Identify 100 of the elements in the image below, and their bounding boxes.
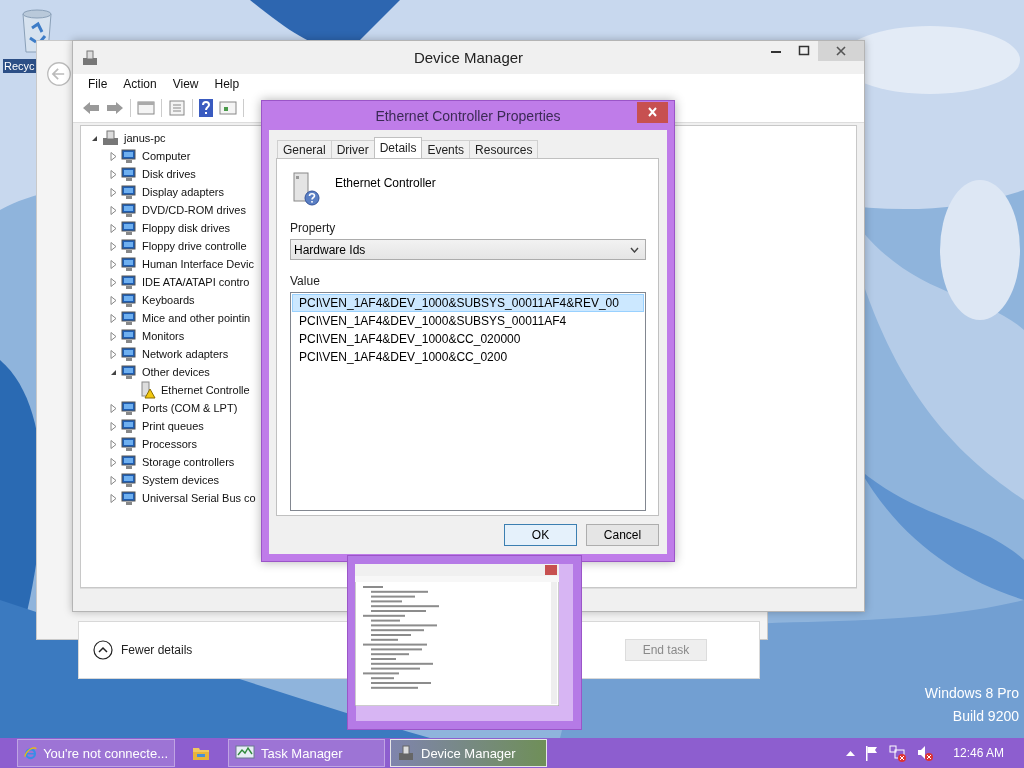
monitor-chart-icon [235, 745, 255, 761]
window-icon[interactable] [219, 100, 237, 116]
device-icon [121, 418, 137, 434]
tree-item[interactable]: Computer [142, 150, 191, 162]
menu-item[interactable]: File [80, 77, 116, 91]
tree-item[interactable]: Print queues [142, 420, 204, 432]
device-icon [121, 166, 137, 182]
browser-icon [24, 744, 38, 762]
tree-item[interactable]: Keyboards [142, 294, 195, 306]
menu-item[interactable]: Help [206, 77, 248, 91]
caret-up-icon[interactable] [846, 750, 856, 756]
tree-item[interactable]: Processors [142, 438, 198, 450]
collapsed-arrow-icon[interactable] [108, 204, 119, 216]
collapsed-arrow-icon[interactable] [108, 258, 119, 270]
property-dropdown[interactable]: Hardware Ids [290, 239, 646, 260]
collapsed-arrow-icon[interactable] [108, 276, 119, 288]
desktop-icon-label[interactable]: Recyc [3, 59, 36, 73]
collapsed-arrow-icon[interactable] [108, 168, 119, 180]
collapsed-arrow-icon[interactable] [108, 492, 119, 504]
collapsed-arrow-icon[interactable] [108, 312, 119, 324]
device-icon [121, 292, 137, 308]
device-name: Ethernet Controller [335, 176, 436, 190]
tree-item[interactable]: Network adapters [142, 348, 229, 360]
tree-item[interactable]: Storage controllers [142, 456, 235, 468]
tree-item[interactable]: System devices [142, 474, 220, 486]
device-icon [121, 328, 137, 344]
list-item[interactable]: PCI\VEN_1AF4&DEV_1000&CC_020000 [292, 330, 644, 348]
collapsed-arrow-icon[interactable] [108, 294, 119, 306]
device-icon [121, 148, 137, 164]
tree-item[interactable]: janus-pc [124, 132, 166, 144]
close-icon[interactable] [637, 102, 668, 123]
window-icon[interactable] [137, 100, 155, 116]
collapsed-arrow-icon[interactable] [108, 456, 119, 468]
device-icon [121, 274, 137, 290]
cancel-button[interactable]: Cancel [586, 524, 659, 546]
chevron-down-icon [630, 246, 639, 253]
tree-item[interactable]: Disk drives [142, 168, 196, 180]
device-icon [121, 184, 137, 200]
menu-item[interactable]: Action [115, 77, 165, 91]
menu-item[interactable]: View [164, 77, 207, 91]
tab[interactable]: General [277, 140, 332, 158]
fewer-details-toggle[interactable]: Fewer details [93, 640, 193, 660]
collapsed-arrow-icon[interactable] [108, 474, 119, 486]
field-label: Value [290, 274, 321, 288]
device-question-icon [290, 171, 322, 207]
network-error-icon[interactable] [889, 744, 908, 762]
chevron-up-icon [93, 640, 113, 660]
tree-item[interactable]: Other devices [142, 366, 210, 378]
device-icon [121, 364, 137, 380]
tree-item[interactable]: DVD/CD-ROM drives [142, 204, 246, 216]
device-icon [121, 454, 137, 470]
window-title: Device Manager [413, 49, 524, 66]
collapsed-arrow-icon[interactable] [108, 330, 119, 342]
tree-item[interactable]: Ethernet Controlle [161, 384, 250, 396]
collapsed-arrow-icon[interactable] [108, 402, 119, 414]
tree-item[interactable]: Display adapters [142, 186, 224, 198]
tab[interactable]: Details [373, 137, 423, 158]
back-icon[interactable] [46, 61, 72, 87]
list-item[interactable]: PCI\VEN_1AF4&DEV_1000&CC_0200 [292, 348, 644, 366]
device-icon [121, 310, 137, 326]
forward-arrow-icon[interactable] [106, 100, 124, 116]
collapsed-arrow-icon[interactable] [108, 348, 119, 360]
taskbar-button[interactable]: Device Manager [390, 739, 547, 767]
device-icon [121, 256, 137, 272]
tree-item[interactable]: Mice and other pointin [142, 312, 251, 324]
collapsed-arrow-icon[interactable] [108, 222, 119, 234]
help-icon[interactable] [199, 99, 213, 117]
back-arrow-icon[interactable] [82, 100, 100, 116]
speaker-muted-icon[interactable] [916, 744, 935, 762]
list-icon[interactable] [168, 100, 186, 116]
tree-item[interactable]: Universal Serial Bus co [142, 492, 256, 504]
thumbnail-drawing[interactable] [355, 564, 559, 706]
device-icon [121, 238, 137, 254]
tree-item[interactable]: Floppy drive controlle [142, 240, 247, 252]
taskbar-button[interactable]: You're not connecte... [17, 739, 175, 767]
collapsed-arrow-icon[interactable] [108, 186, 119, 198]
taskbar-button[interactable]: Task Manager [228, 739, 385, 767]
device-icon [121, 436, 137, 452]
dialog-title: Ethernet Controller Properties [375, 107, 561, 124]
folder-icon [192, 745, 210, 761]
list-item[interactable]: PCI\VEN_1AF4&DEV_1000&SUBSYS_00011AF4 [292, 312, 644, 330]
ok-button[interactable]: OK [504, 524, 577, 546]
collapsed-arrow-icon[interactable] [108, 150, 119, 162]
collapsed-arrow-icon[interactable] [108, 438, 119, 450]
collapsed-arrow-icon[interactable] [108, 420, 119, 432]
computer-icon [102, 130, 119, 146]
tree-item[interactable]: Monitors [142, 330, 185, 342]
tab[interactable]: Resources [469, 140, 539, 158]
build-text: Build 9200 [952, 708, 1019, 724]
device-icon [121, 400, 137, 416]
device-manager-icon [397, 744, 415, 762]
clock[interactable]: 12:46 AM [953, 746, 1004, 760]
tree-item[interactable]: Human Interface Devic [142, 258, 254, 270]
tree-item[interactable]: Floppy disk drives [142, 222, 231, 234]
tree-item[interactable]: Ports (COM & LPT) [142, 402, 238, 414]
field-label: Property [290, 221, 337, 235]
tree-item[interactable]: IDE ATA/ATAPI contro [142, 276, 250, 288]
collapsed-arrow-icon[interactable] [108, 240, 119, 252]
list-item[interactable]: PCI\VEN_1AF4&DEV_1000&SUBSYS_00011AF4&REV_00 [292, 294, 644, 312]
edition-text: Windows 8 Pro [924, 685, 1019, 701]
